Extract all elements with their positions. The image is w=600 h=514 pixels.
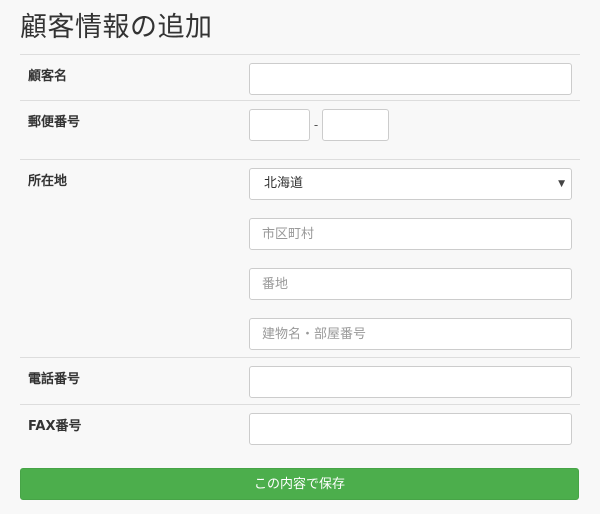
fax-label: FAX番号 (28, 419, 82, 434)
address-row: 所在地 北海道 ▼ (20, 159, 580, 357)
fax-row: FAX番号 (20, 404, 580, 455)
postal-code-row: 郵便番号 - (20, 100, 580, 159)
address-label: 所在地 (28, 174, 68, 189)
postal-code-second-input[interactable] (322, 109, 389, 141)
postal-code-label: 郵便番号 (28, 115, 81, 130)
phone-input[interactable] (249, 366, 572, 398)
page-title: 顧客情報の追加 (20, 12, 213, 43)
fax-input[interactable] (249, 413, 572, 445)
caret-down-icon: ▼ (558, 179, 565, 189)
postal-code-separator: - (313, 118, 319, 132)
customer-name-label: 顧客名 (28, 69, 68, 84)
building-input[interactable] (249, 318, 572, 350)
phone-label: 電話番号 (28, 372, 81, 387)
save-button[interactable]: この内容で保存 (20, 468, 579, 500)
prefecture-selected-value: 北海道 (264, 176, 304, 191)
city-input[interactable] (249, 218, 572, 250)
customer-name-row: 顧客名 (20, 54, 580, 100)
postal-code-group: - (249, 109, 580, 141)
customer-form-page: 顧客情報の追加 顧客名 郵便番号 - 所在地 北海道 ▼ 市区町村 番地 建物名… (20, 0, 580, 455)
street-input[interactable] (249, 268, 572, 300)
phone-row: 電話番号 (20, 357, 580, 404)
prefecture-select[interactable]: 北海道 ▼ (249, 168, 572, 200)
customer-name-input[interactable] (249, 63, 572, 95)
postal-code-first-input[interactable] (249, 109, 310, 141)
